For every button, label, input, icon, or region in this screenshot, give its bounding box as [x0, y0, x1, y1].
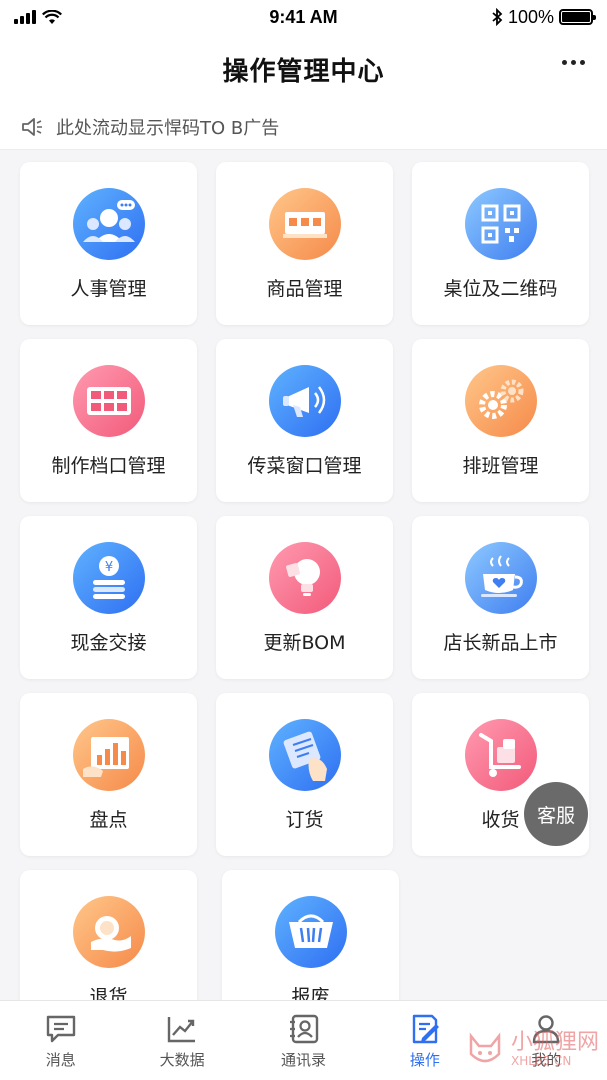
tab-big-data[interactable]: 大数据 [121, 1001, 242, 1080]
card-label: 排班管理 [462, 455, 539, 477]
speaker-icon [22, 117, 42, 136]
status-time: 9:41 AM [269, 6, 338, 27]
tab-label: 消息 [45, 1051, 76, 1069]
card-shift-schedule[interactable]: 排班管理 [412, 339, 589, 502]
megaphone-icon [268, 365, 341, 437]
battery-percent: 100% [507, 6, 554, 27]
coins-icon: ¥ [72, 542, 145, 614]
card-label: 人事管理 [70, 278, 147, 300]
signal-icon [14, 10, 36, 24]
basket-icon [274, 896, 347, 968]
bluetooth-icon [492, 8, 503, 26]
notice-text: 此处流动显示悍码TO B广告 [56, 117, 280, 139]
card-label: 店长新品上市 [443, 632, 558, 654]
notice-bar[interactable]: 此处流动显示悍码TO B广告 [0, 104, 607, 150]
message-icon [46, 1015, 75, 1043]
shop-icon [268, 188, 341, 260]
qrcode-icon [464, 188, 537, 260]
tab-label: 操作 [409, 1051, 440, 1069]
tab-contacts[interactable]: 通讯录 [243, 1001, 364, 1080]
card-label: 订货 [285, 809, 324, 831]
card-hr[interactable]: 人事管理 [20, 162, 197, 325]
card-label: 收货 [481, 809, 520, 831]
customer-service-button[interactable]: 客服 [524, 782, 588, 846]
cart-icon [464, 719, 537, 791]
card-label: 商品管理 [266, 278, 343, 300]
tab-label: 通讯录 [281, 1051, 327, 1069]
card-label: 盘点 [89, 809, 128, 831]
people-icon [72, 188, 145, 260]
fox-logo-icon [469, 1032, 501, 1063]
card-goods[interactable]: 商品管理 [216, 162, 393, 325]
watermark-text: 小狐狸网 [510, 1030, 599, 1055]
wifi-icon [42, 9, 62, 24]
card-label: 更新BOM [263, 632, 346, 654]
grid-panel-icon [72, 365, 145, 437]
nav-bar: 操作管理中心 [0, 34, 607, 104]
watermark-sub: XHL65.CN [510, 1054, 572, 1068]
card-label: 传菜窗口管理 [247, 455, 362, 477]
card-inventory-check[interactable]: 盘点 [20, 693, 197, 856]
card-label: 现金交接 [70, 632, 147, 654]
trend-icon [167, 1017, 196, 1043]
edit-icon [412, 1014, 439, 1044]
card-update-bom[interactable]: 更新BOM [216, 516, 393, 679]
card-label: 制作档口管理 [51, 455, 166, 477]
watermark: 小狐狸网 XHL65.CN [465, 1030, 599, 1070]
status-bar: 9:41 AM 100% [0, 0, 607, 34]
svg-text:¥: ¥ [104, 560, 112, 575]
contacts-icon [289, 1014, 318, 1044]
page-title: 操作管理中心 [222, 56, 385, 87]
tab-messages[interactable]: 消息 [0, 1001, 121, 1080]
card-table-qrcode[interactable]: 桌位及二维码 [412, 162, 589, 325]
card-cash-handover[interactable]: ¥ 现金交接 [20, 516, 197, 679]
more-icon[interactable] [562, 60, 585, 65]
card-label: 桌位及二维码 [443, 278, 558, 300]
card-kitchen-station[interactable]: 制作档口管理 [20, 339, 197, 502]
cup-icon [464, 542, 537, 614]
chart-board-icon [72, 719, 145, 791]
tab-label: 大数据 [159, 1051, 205, 1069]
bulb-icon [268, 542, 341, 614]
gears-icon [464, 365, 537, 437]
battery-icon [558, 9, 596, 25]
card-serving-window[interactable]: 传菜窗口管理 [216, 339, 393, 502]
card-order-goods[interactable]: 订货 [216, 693, 393, 856]
order-hand-icon [268, 719, 341, 791]
coin-hand-icon [72, 896, 145, 968]
card-new-product-launch[interactable]: 店长新品上市 [412, 516, 589, 679]
